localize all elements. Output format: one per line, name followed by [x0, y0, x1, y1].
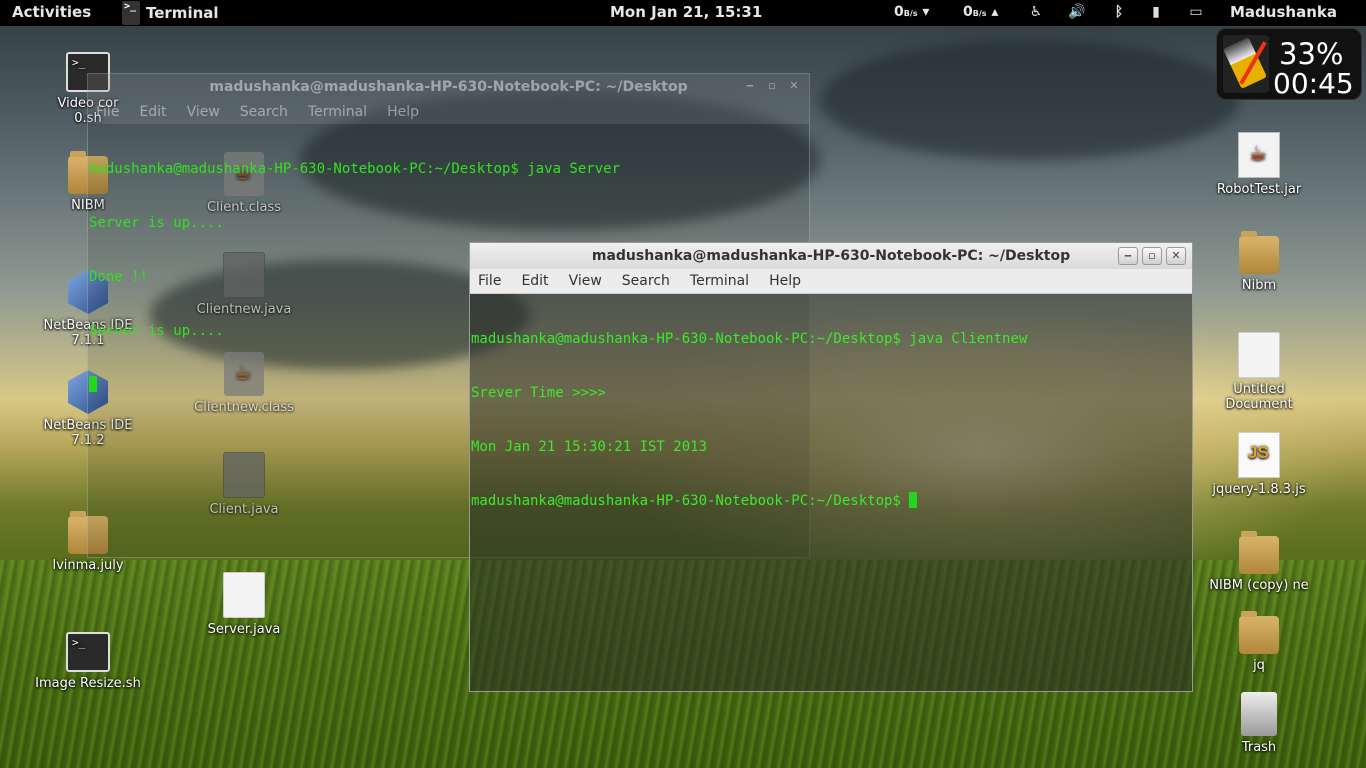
desktop-icon[interactable]: Trash	[1204, 692, 1314, 755]
terminal-line: Server is up....	[89, 215, 224, 231]
desktop-icon[interactable]: jquery-1.8.3.js	[1204, 432, 1314, 497]
desktop-icon-label: NIBM (copy) ne	[1209, 578, 1309, 593]
accessibility-icon[interactable]: ♿	[1028, 4, 1044, 20]
terminal-line: madushanka@madushanka-HP-630-Notebook-PC…	[471, 331, 1028, 347]
window-titlebar[interactable]: madushanka@madushanka-HP-630-Notebook-PC…	[88, 74, 809, 100]
window-title: madushanka@madushanka-HP-630-Notebook-PC…	[591, 248, 1071, 264]
volume-icon[interactable]: 🔊	[1068, 4, 1085, 20]
desktop-icon-label: Untitled Document	[1225, 382, 1293, 412]
folder-icon	[1239, 231, 1279, 274]
folder-icon	[1239, 611, 1279, 654]
javascript-file-icon	[1238, 432, 1280, 478]
menu-help[interactable]: Help	[387, 104, 419, 120]
desktop-icon-label: RobotTest.jar	[1216, 182, 1302, 197]
battery-time: 00:45	[1273, 67, 1354, 100]
desktop-icon[interactable]: Image Resize.sh	[33, 632, 143, 691]
desktop-icon-label: Trash	[1241, 740, 1277, 755]
menu-file[interactable]: File	[96, 104, 119, 120]
desktop-icon[interactable]: jq	[1204, 611, 1314, 673]
terminal-line: Srever Time >>>>	[471, 385, 606, 401]
text-document-icon	[1238, 332, 1280, 378]
text-document-icon	[223, 572, 265, 618]
wallpaper-cloud	[820, 40, 1240, 160]
net-download-value: 0	[894, 4, 904, 20]
desktop-icon-label: Server.java	[207, 622, 281, 637]
battery-widget-icon	[1223, 35, 1269, 93]
desktop-icon[interactable]: Server.java	[189, 572, 299, 637]
user-name: Madushanka	[1230, 3, 1337, 21]
app-name: Terminal	[146, 4, 219, 22]
signal-icon[interactable]: ▮	[1148, 4, 1164, 20]
maximize-icon[interactable]: ▫	[1142, 247, 1162, 265]
desktop-icon-label: Nibm	[1241, 278, 1277, 293]
window-title: madushanka@madushanka-HP-630-Notebook-PC…	[209, 79, 688, 95]
menu-search[interactable]: Search	[622, 273, 670, 289]
activities-button[interactable]: Activities	[12, 3, 91, 21]
menu-edit[interactable]: Edit	[139, 104, 166, 120]
window-controls: ‒ ▫ ✕	[741, 78, 803, 94]
battery-widget: 33% 00:45	[1216, 28, 1362, 100]
menu-edit[interactable]: Edit	[521, 273, 548, 289]
net-download-unit: B/s	[903, 9, 918, 18]
minimize-icon[interactable]: ‒	[741, 78, 759, 94]
terminal-line: Mon Jan 21 15:30:21 IST 2013	[471, 439, 708, 455]
window-titlebar[interactable]: madushanka@madushanka-HP-630-Notebook-PC…	[470, 243, 1192, 269]
terminal-cursor	[89, 376, 97, 392]
terminal-prompt: madushanka@madushanka-HP-630-Notebook-PC…	[471, 493, 910, 509]
desktop-icon-label: Image Resize.sh	[35, 676, 141, 691]
window-controls: ‒ ▫ ✕	[1118, 247, 1186, 265]
bluetooth-icon[interactable]: ᛒ	[1111, 4, 1127, 20]
close-icon[interactable]: ✕	[785, 78, 803, 94]
net-upload-indicator[interactable]: 0B/s ▴	[963, 4, 998, 20]
window-menubar: File Edit View Search Terminal Help	[470, 269, 1192, 294]
terminal-script-icon	[66, 632, 110, 672]
close-icon[interactable]: ✕	[1166, 247, 1186, 265]
app-menu[interactable]: >_ Terminal	[122, 0, 219, 26]
battery-icon[interactable]: ▭	[1188, 4, 1204, 20]
terminal-window-client[interactable]: madushanka@madushanka-HP-630-Notebook-PC…	[469, 242, 1193, 692]
menu-view[interactable]: View	[569, 273, 602, 289]
terminal-cursor	[909, 492, 918, 508]
desktop-icon-label: jquery-1.8.3.js	[1212, 482, 1306, 497]
minimize-icon[interactable]: ‒	[1118, 247, 1138, 265]
menu-file[interactable]: File	[478, 273, 501, 289]
maximize-icon[interactable]: ▫	[763, 78, 781, 94]
net-download-indicator[interactable]: 0B/s ▾	[894, 4, 929, 20]
trash-icon	[1241, 692, 1277, 736]
folder-icon	[1239, 531, 1279, 574]
desktop-icon-label: lvinma.july	[52, 558, 124, 573]
terminal-icon: >_	[122, 1, 140, 25]
net-upload-unit: B/s	[972, 9, 987, 18]
desktop-icon[interactable]: RobotTest.jar	[1204, 132, 1314, 197]
menu-help[interactable]: Help	[769, 273, 801, 289]
menu-terminal[interactable]: Terminal	[690, 273, 749, 289]
top-panel: Activities >_ Terminal Mon Jan 21, 15:31…	[0, 0, 1366, 26]
terminal-output[interactable]: madushanka@madushanka-HP-630-Notebook-PC…	[470, 294, 1192, 546]
battery-percent: 33%	[1279, 37, 1344, 71]
desktop-icon-label: jq	[1253, 658, 1265, 673]
menu-view[interactable]: View	[187, 104, 220, 120]
desktop-icon[interactable]: NIBM (copy) ne	[1204, 531, 1314, 593]
user-menu[interactable]: Madushanka	[1230, 3, 1337, 21]
menu-terminal[interactable]: Terminal	[308, 104, 367, 120]
clock[interactable]: Mon Jan 21, 15:31	[610, 3, 762, 21]
desktop-icon[interactable]: Untitled Document	[1204, 332, 1314, 412]
window-menubar: File Edit View Search Terminal Help	[88, 100, 809, 124]
terminal-line: madushanka@madushanka-HP-630-Notebook-PC…	[89, 161, 621, 177]
menu-search[interactable]: Search	[240, 104, 288, 120]
net-upload-value: 0	[963, 4, 973, 20]
jar-file-icon	[1238, 132, 1280, 178]
desktop-icon[interactable]: Nibm	[1204, 231, 1314, 293]
